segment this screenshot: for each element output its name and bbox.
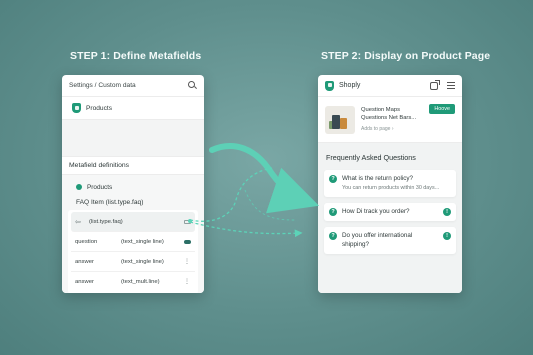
- faq-question: Do you offer international shipping?: [342, 232, 413, 248]
- question-icon: ?: [329, 175, 337, 183]
- field-row[interactable]: ⇦ (list.type.faq): [71, 212, 195, 232]
- product-image[interactable]: [325, 105, 355, 134]
- store-header: Shoply: [318, 75, 462, 97]
- field-key: question: [75, 238, 98, 245]
- more-icon[interactable]: ⋮: [184, 279, 190, 285]
- shield-icon: [72, 103, 81, 113]
- products-nav-item[interactable]: Products: [62, 97, 204, 119]
- faq-heading: Frequently Asked Questions: [326, 153, 416, 162]
- panel-header: Settings / Custom data: [62, 75, 204, 97]
- search-icon[interactable]: [188, 81, 197, 90]
- store-logo-icon: [325, 80, 334, 91]
- info-icon[interactable]: !: [443, 232, 451, 241]
- store-brand: Shoply: [339, 82, 361, 89]
- dashed-link-arrow: [244, 189, 296, 221]
- empty-section: [62, 119, 204, 157]
- definitions-list: Products FAQ Item (list.type.faq) ⇦ (lis…: [62, 175, 204, 293]
- dashed-link-arrow: [189, 221, 303, 238]
- status-dot-icon: [76, 184, 82, 190]
- faq-item[interactable]: ? What is the return policy? You can ret…: [324, 170, 456, 198]
- more-icon[interactable]: ⋮: [184, 259, 190, 265]
- field-type: (list.type.faq): [89, 218, 123, 225]
- product-page-preview: Shoply Question Maps Questions Net Bars.…: [318, 75, 462, 293]
- field-row[interactable]: answer (text_mult.line) ⋮: [71, 272, 195, 292]
- product-name: Question Maps Questions Net Bars...: [361, 107, 417, 121]
- faq-item[interactable]: ? How Di track you order? !: [324, 203, 456, 222]
- faq-section: Frequently Asked Questions ? What is the…: [318, 143, 462, 293]
- faq-item-title: FAQ Item (list.type.faq): [76, 199, 144, 206]
- field-type: (text_single line): [121, 238, 164, 245]
- step2-title: STEP 2: Display on Product Page: [321, 50, 491, 62]
- field-type: (text_mult.line): [121, 279, 160, 285]
- product-subtext[interactable]: Adds to page ›: [361, 126, 423, 132]
- faq-fields: ⇦ (list.type.faq) question (text_single …: [68, 210, 198, 293]
- info-icon[interactable]: !: [443, 208, 451, 217]
- step1-title: STEP 1: Define Metafields: [70, 50, 202, 62]
- field-row[interactable]: question (text_single line): [71, 232, 195, 252]
- back-arrow-icon[interactable]: ⇦: [75, 218, 89, 226]
- products-label: Products: [86, 104, 113, 112]
- faq-question: What is the return policy?: [342, 175, 414, 182]
- definitions-products-row[interactable]: Products: [68, 179, 198, 195]
- faq-question: How Di track you order?: [342, 208, 410, 216]
- faq-item[interactable]: ? Do you offer international shipping? !: [324, 227, 456, 254]
- field-key: answer: [75, 279, 94, 285]
- field-icon: [183, 219, 191, 224]
- menu-icon[interactable]: [447, 82, 455, 89]
- field-key: answer: [75, 258, 94, 265]
- product-summary: Question Maps Questions Net Bars... Adds…: [318, 97, 462, 143]
- question-icon: ?: [329, 232, 337, 241]
- question-icon: ?: [329, 208, 337, 217]
- main-flow-arrow: [209, 143, 320, 214]
- field-row[interactable]: answer (text_single line) ⋮: [71, 252, 195, 272]
- definitions-heading: Metafield definitions: [62, 157, 204, 175]
- toggle-icon[interactable]: [183, 239, 191, 244]
- buy-button[interactable]: Hoove: [429, 104, 455, 114]
- metafields-panel: Settings / Custom data Products Metafiel…: [62, 75, 204, 293]
- faq-answer: You can return products within 30 days..…: [342, 185, 440, 192]
- definitions-products-label: Products: [87, 183, 113, 191]
- breadcrumb: Settings / Custom data: [69, 82, 136, 89]
- field-type: (text_single line): [121, 258, 164, 265]
- share-icon[interactable]: [430, 79, 440, 90]
